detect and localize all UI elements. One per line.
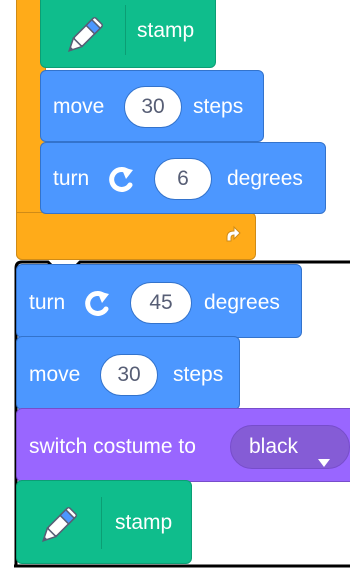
stack-selection-outline-bottom [14,564,350,568]
scripts-canvas: stamp move 30 steps turn 6 degrees turn [0,0,350,569]
